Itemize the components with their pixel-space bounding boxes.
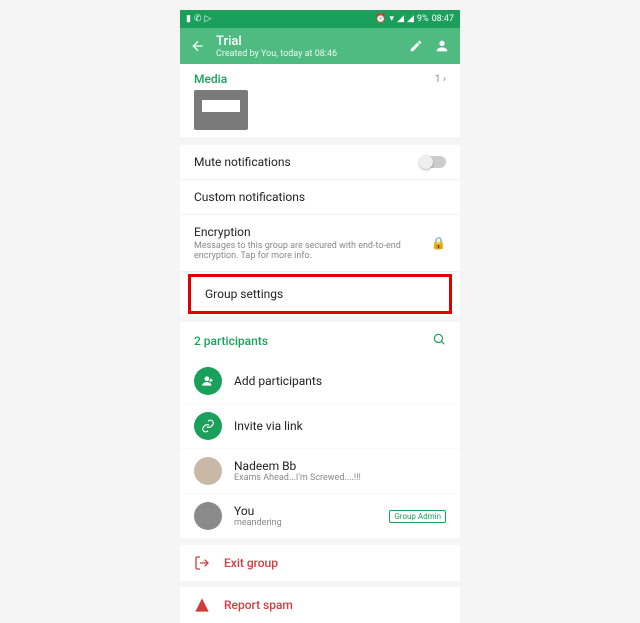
search-icon[interactable] <box>432 332 446 349</box>
status-bar: ▮ ✆ ▷ ⏰ ▾ ◢ ◢ 9% 08:47 <box>180 10 460 28</box>
report-label: Report spam <box>224 598 293 612</box>
alarm-icon: ⏰ <box>375 14 386 24</box>
custom-notifications-row[interactable]: Custom notifications <box>180 180 460 215</box>
exit-label: Exit group <box>224 556 278 570</box>
signal-icon: ◢ <box>397 14 404 24</box>
encryption-sub: Messages to this group are secured with … <box>194 241 414 261</box>
edit-icon[interactable] <box>408 38 424 54</box>
mute-notifications-row[interactable]: Mute notifications <box>180 145 460 180</box>
battery-percent: 9% <box>417 14 429 24</box>
participant-status: meandering <box>234 518 282 528</box>
participants-header: 2 participants <box>180 322 460 359</box>
lock-icon: 🔒 <box>431 236 446 250</box>
link-icon <box>194 412 222 440</box>
add-participants-row[interactable]: Add participants <box>180 359 460 404</box>
media-thumbnail[interactable] <box>194 90 248 130</box>
encryption-row[interactable]: Encryption Messages to this group are se… <box>180 215 460 272</box>
participant-name: Nadeem Bb <box>234 459 361 473</box>
group-settings-row[interactable]: Group settings <box>191 277 449 311</box>
header-title[interactable]: Trial Created by You, today at 08:46 <box>216 34 398 59</box>
clock: 08:47 <box>432 14 454 24</box>
group-subtitle: Created by You, today at 08:46 <box>216 49 398 59</box>
wifi-icon: ▾ <box>390 14 395 24</box>
media-section[interactable]: Media 1 › <box>180 64 460 139</box>
add-participants-label: Add participants <box>234 374 322 388</box>
avatar <box>194 457 222 485</box>
invite-link-row[interactable]: Invite via link <box>180 404 460 449</box>
participant-row[interactable]: You meandering Group Admin <box>180 494 460 539</box>
report-icon <box>194 597 210 613</box>
encryption-title: Encryption <box>194 225 414 239</box>
media-count: 1 › <box>435 74 446 85</box>
signal-icon: ◢ <box>407 14 414 24</box>
status-left: ▮ ✆ ▷ <box>186 14 211 24</box>
add-person-icon <box>194 367 222 395</box>
play-icon: ▷ <box>205 14 212 24</box>
add-member-icon[interactable] <box>434 38 450 54</box>
group-settings-highlight: Group settings <box>188 274 452 314</box>
whatsapp-icon: ✆ <box>194 14 202 24</box>
back-icon[interactable] <box>190 38 206 54</box>
mute-label: Mute notifications <box>194 155 291 169</box>
exit-icon <box>194 555 210 571</box>
group-settings-label: Group settings <box>205 287 283 301</box>
invite-link-label: Invite via link <box>234 419 303 433</box>
participants-count: 2 participants <box>194 334 268 348</box>
battery-icon: ▮ <box>186 14 191 24</box>
media-label: Media <box>194 72 227 86</box>
app-screen: ▮ ✆ ▷ ⏰ ▾ ◢ ◢ 9% 08:47 Trial Created by … <box>180 10 460 623</box>
mute-toggle[interactable] <box>420 156 446 168</box>
participant-row[interactable]: Nadeem Bb Exams Ahead...I'm Screwed....!… <box>180 449 460 494</box>
group-title: Trial <box>216 34 398 49</box>
participant-status: Exams Ahead...I'm Screwed....!!! <box>234 473 361 483</box>
header: Trial Created by You, today at 08:46 <box>180 28 460 64</box>
participant-name: You <box>234 504 282 518</box>
status-right: ⏰ ▾ ◢ ◢ 9% 08:47 <box>375 14 454 24</box>
custom-label: Custom notifications <box>194 190 305 204</box>
avatar <box>194 502 222 530</box>
admin-badge: Group Admin <box>389 510 446 523</box>
report-spam-row[interactable]: Report spam <box>180 587 460 623</box>
exit-group-row[interactable]: Exit group <box>180 545 460 581</box>
